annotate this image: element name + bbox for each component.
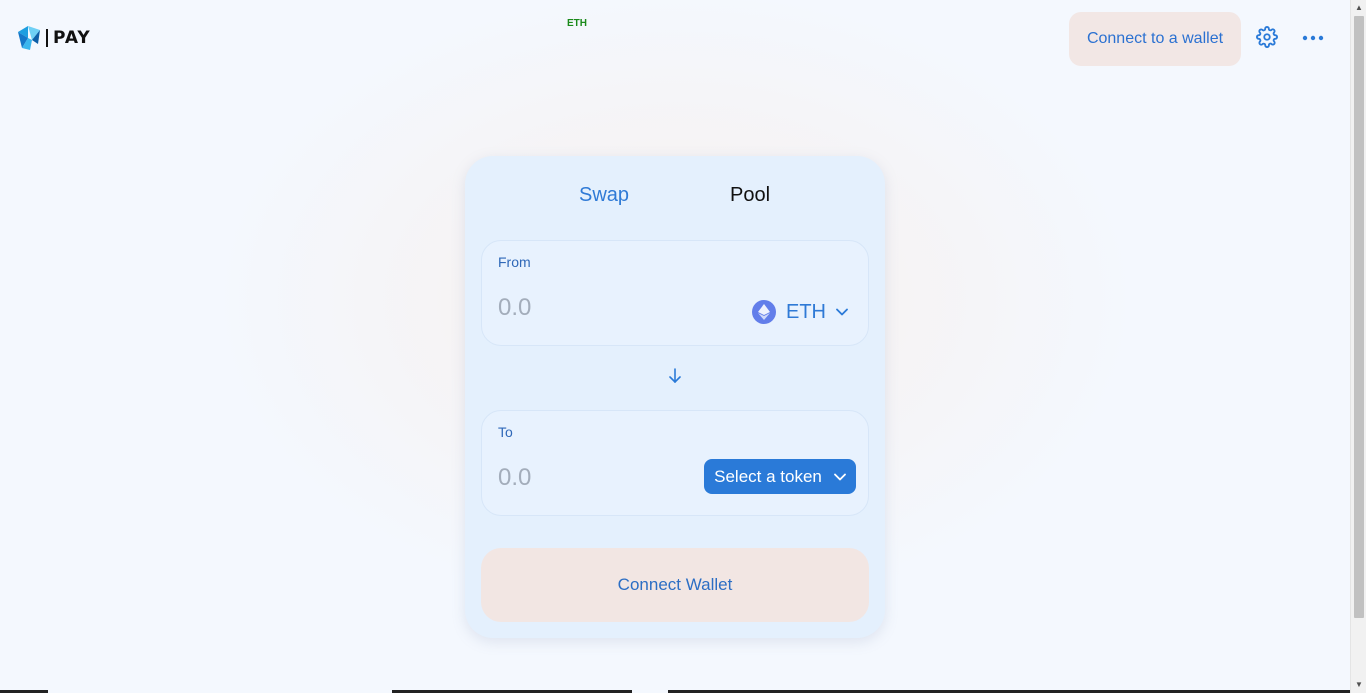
tab-swap[interactable]: Swap — [579, 184, 629, 207]
scroll-down-icon[interactable]: ▼ — [1351, 677, 1366, 693]
connect-to-wallet-button[interactable]: Connect to a wallet — [1069, 12, 1241, 66]
logo-icon — [18, 26, 40, 50]
scrollbar-thumb[interactable] — [1354, 16, 1364, 618]
vertical-scrollbar[interactable]: ▲ ▼ — [1350, 0, 1366, 693]
tab-pool[interactable]: Pool — [730, 184, 770, 207]
swap-card: Swap Pool From ETH To Select a token — [465, 156, 885, 638]
scroll-up-icon[interactable]: ▲ — [1351, 0, 1366, 16]
from-amount-input[interactable] — [498, 293, 698, 323]
chevron-down-icon — [833, 473, 846, 480]
gear-icon — [1256, 26, 1278, 48]
swap-pool-tabs: Swap Pool — [465, 184, 885, 212]
from-token-selector[interactable]: ETH — [752, 297, 848, 327]
from-panel: From ETH — [481, 240, 869, 346]
settings-button[interactable] — [1255, 25, 1279, 49]
from-label: From — [498, 254, 531, 270]
network-badge: ETH — [567, 18, 587, 29]
arrow-down-icon[interactable] — [667, 367, 683, 385]
select-token-button[interactable]: Select a token — [704, 459, 856, 494]
ethereum-icon — [752, 300, 776, 324]
more-dots-icon — [1302, 35, 1324, 41]
more-options-button[interactable] — [1301, 28, 1325, 48]
logo-text: PAY — [46, 29, 91, 47]
from-token-symbol: ETH — [786, 300, 826, 323]
to-panel: To Select a token — [481, 410, 869, 516]
connect-wallet-button[interactable]: Connect Wallet — [481, 548, 869, 622]
select-token-label: Select a token — [714, 466, 822, 486]
chevron-down-icon — [836, 308, 848, 316]
to-amount-input[interactable] — [498, 463, 698, 493]
app-logo[interactable]: PAY — [16, 24, 91, 52]
to-label: To — [498, 424, 513, 440]
